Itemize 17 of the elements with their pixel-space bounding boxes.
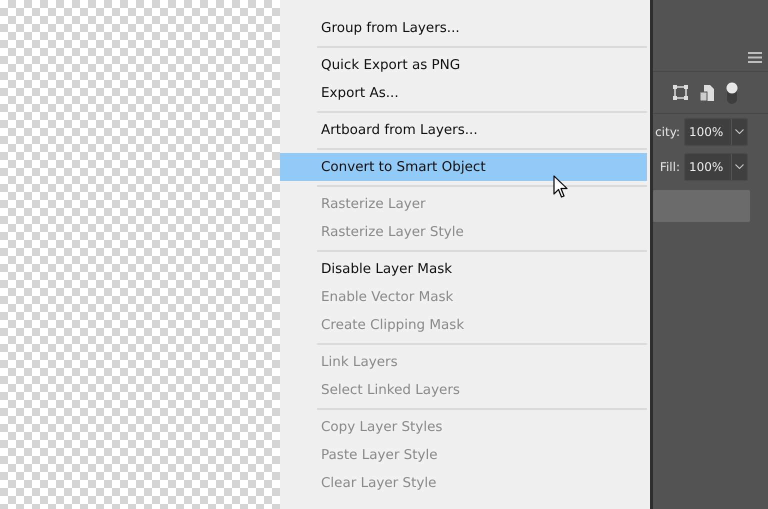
- chevron-down-icon[interactable]: [734, 164, 744, 169]
- transform-icon[interactable]: [673, 85, 688, 100]
- menu-item[interactable]: Quick Export as PNG: [280, 51, 647, 79]
- field-label: Fill:: [660, 160, 680, 174]
- menu-item[interactable]: Artboard from Layers...: [280, 116, 647, 144]
- field-label: city:: [655, 124, 680, 138]
- document-icon[interactable]: [700, 84, 714, 100]
- menu-item[interactable]: Group from Layers...: [280, 14, 647, 42]
- percent-field[interactable]: 100%: [684, 152, 748, 180]
- cursor-icon: [553, 175, 569, 200]
- menu-item[interactable]: Export As...: [280, 79, 647, 107]
- menu-item[interactable]: Disable Layer Mask: [280, 255, 647, 283]
- menu-icon[interactable]: [748, 52, 762, 63]
- percent-field[interactable]: 100%: [684, 118, 748, 146]
- toggle-icon[interactable]: [726, 82, 738, 104]
- chevron-down-icon[interactable]: [734, 129, 744, 134]
- menu-item[interactable]: Convert to Smart Object: [280, 153, 647, 181]
